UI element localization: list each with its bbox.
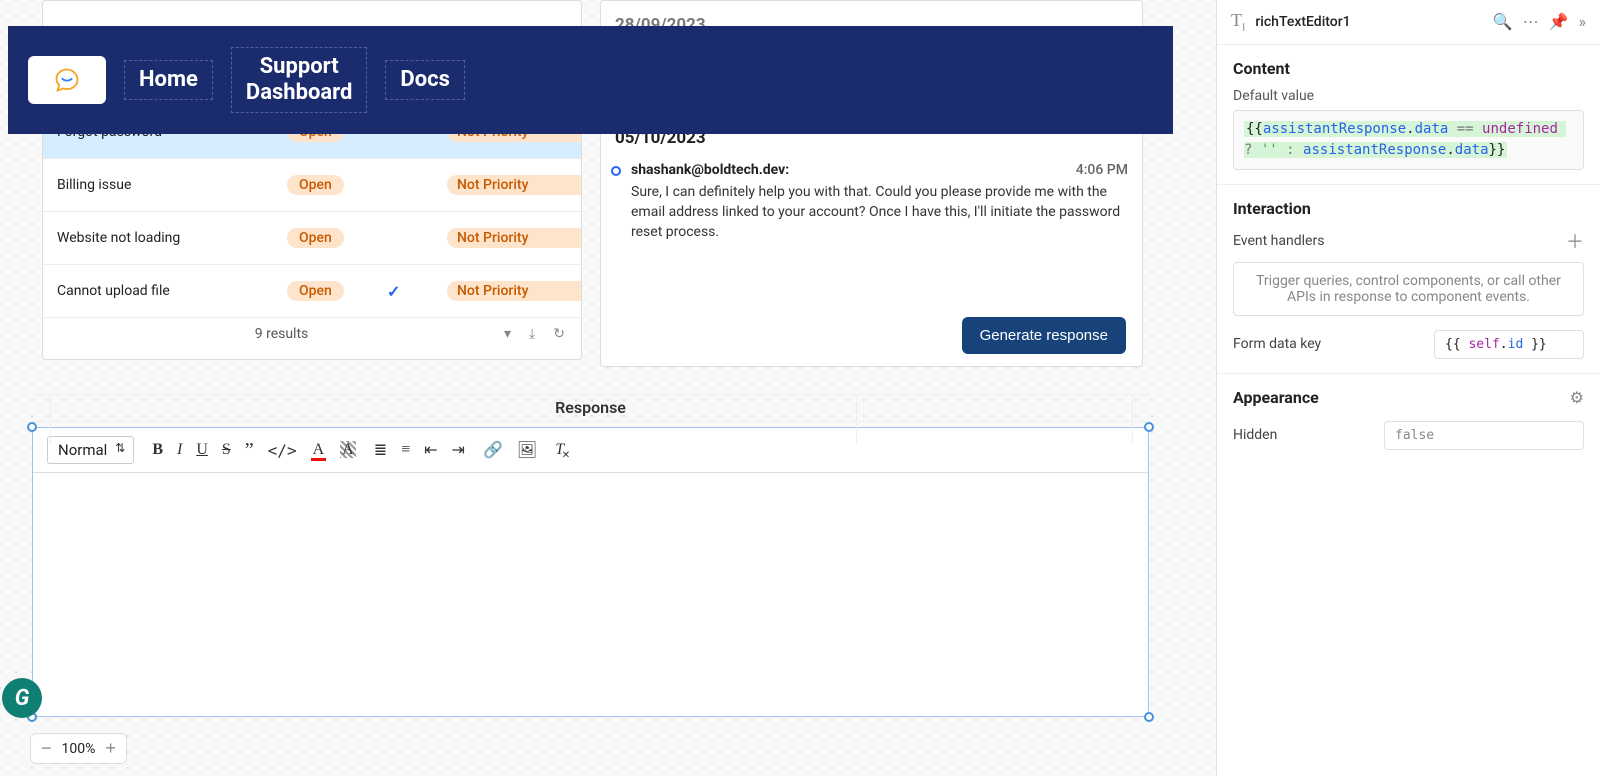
nav-support-dashboard[interactable]: Support Dashboard	[231, 47, 368, 114]
hidden-input[interactable]: false	[1384, 421, 1584, 450]
bold-icon[interactable]: B	[152, 441, 163, 459]
section-title: Interaction	[1233, 199, 1584, 218]
top-nav: Home Support Dashboard Docs	[8, 26, 1173, 134]
response-section: Response Normal B I U S ” </> A A ≣ ≡ ⇤ …	[32, 390, 1149, 735]
table-row[interactable]: Website not loading Open Not Priority	[43, 212, 581, 265]
zoom-in-button[interactable]: +	[105, 738, 116, 759]
section-content: Content Default value {{assistantRespons…	[1217, 45, 1600, 185]
cell-subject: Billing issue	[57, 177, 287, 193]
more-icon[interactable]: ⋯	[1523, 12, 1539, 31]
cell-subject: Website not loading	[57, 230, 287, 246]
section-appearance: Appearance ⚙ Hidden false	[1217, 374, 1600, 464]
bullet-icon	[611, 166, 621, 176]
settings-icon[interactable]: ⚙	[1570, 388, 1584, 407]
add-event-handler-button[interactable]: ＋	[1566, 228, 1584, 254]
clear-format-icon[interactable]: T✕	[555, 441, 564, 459]
italic-icon[interactable]: I	[177, 441, 182, 459]
table-footer: 9 results ▾ ⤓ ↻	[43, 318, 581, 350]
highlight-icon[interactable]: A	[340, 441, 356, 459]
outdent-icon[interactable]: ⇤	[424, 440, 437, 460]
rich-text-editor[interactable]: Normal B I U S ” </> A A ≣ ≡ ⇤ ⇥ 🔗 🖼	[32, 427, 1149, 717]
indent-icon[interactable]: ⇥	[452, 440, 465, 460]
table-row[interactable]: Cannot upload file Open ✓ Not Priority	[43, 265, 581, 318]
chat-bubble-icon	[53, 66, 81, 94]
cell-subject: Cannot upload file	[57, 283, 287, 299]
section-title: Content	[1233, 59, 1584, 78]
message-body: Sure, I can definitely help you with tha…	[631, 182, 1128, 243]
priority-badge: Not Priority	[447, 281, 582, 301]
zoom-level: 100%	[62, 741, 96, 757]
expand-icon[interactable]: »	[1579, 12, 1587, 31]
quote-icon[interactable]: ”	[245, 439, 254, 462]
section-title: Appearance	[1233, 388, 1319, 407]
pin-icon[interactable]: 📌	[1549, 12, 1569, 31]
inspector-header: TI richTextEditor1 🔍 ⋯ 📌 »	[1217, 0, 1600, 45]
underline-icon[interactable]: U	[196, 441, 208, 459]
code-icon[interactable]: </>	[268, 441, 297, 460]
generate-response-button[interactable]: Generate response	[962, 317, 1126, 354]
text-component-icon: TI	[1231, 10, 1245, 34]
form-data-key-label: Form data key	[1233, 336, 1321, 352]
default-value-input[interactable]: {{assistantResponse.data == undefined ? …	[1233, 110, 1584, 170]
check-icon: ✓	[387, 282, 447, 301]
priority-badge: Not Priority	[447, 175, 582, 195]
selection-handle[interactable]	[1144, 712, 1154, 722]
download-icon[interactable]: ⤓	[529, 326, 535, 342]
image-icon[interactable]: 🖼	[517, 440, 537, 460]
section-interaction: Interaction Event handlers ＋ Trigger que…	[1217, 185, 1600, 374]
selection-handle[interactable]	[1144, 422, 1154, 432]
component-name[interactable]: richTextEditor1	[1255, 14, 1482, 30]
message: shashank@boldtech.dev: 4:06 PM Sure, I c…	[601, 156, 1142, 253]
text-color-icon[interactable]: A	[311, 441, 327, 459]
priority-badge: Not Priority	[447, 228, 582, 248]
status-badge: Open	[287, 228, 344, 248]
app-logo	[28, 56, 106, 104]
grammarly-badge-icon[interactable]: G	[2, 678, 42, 718]
form-data-key-input[interactable]: {{ self.id }}	[1434, 330, 1584, 359]
refresh-icon[interactable]: ↻	[553, 326, 565, 342]
event-handlers-hint: Trigger queries, control components, or …	[1233, 262, 1584, 316]
nav-home[interactable]: Home	[124, 60, 213, 100]
grid-guide	[32, 394, 1149, 422]
inspector-panel: TI richTextEditor1 🔍 ⋯ 📌 » Content Defau…	[1216, 0, 1600, 776]
unordered-list-icon[interactable]: ≡	[401, 441, 410, 459]
search-icon[interactable]: 🔍	[1493, 12, 1513, 31]
selection-handle[interactable]	[27, 422, 37, 432]
rte-toolbar: Normal B I U S ” </> A A ≣ ≡ ⇤ ⇥ 🔗 🖼	[33, 428, 1148, 473]
message-time: 4:06 PM	[1076, 162, 1128, 178]
rte-format-select[interactable]: Normal	[47, 436, 134, 464]
results-count: 9 results	[255, 326, 309, 342]
zoom-out-button[interactable]: −	[41, 738, 52, 759]
ordered-list-icon[interactable]: ≣	[374, 440, 387, 460]
message-from: shashank@boldtech.dev	[631, 162, 785, 178]
status-badge: Open	[287, 175, 344, 195]
table-row[interactable]: Billing issue Open Not Priority	[43, 159, 581, 212]
event-handlers-label: Event handlers	[1233, 233, 1324, 249]
status-badge: Open	[287, 281, 344, 301]
zoom-control: − 100% +	[30, 733, 127, 764]
nav-docs[interactable]: Docs	[385, 60, 464, 100]
hidden-label: Hidden	[1233, 427, 1277, 443]
default-value-label: Default value	[1233, 88, 1584, 104]
link-icon[interactable]: 🔗	[483, 440, 503, 460]
strike-icon[interactable]: S	[222, 441, 231, 459]
filter-icon[interactable]: ▾	[504, 326, 511, 342]
